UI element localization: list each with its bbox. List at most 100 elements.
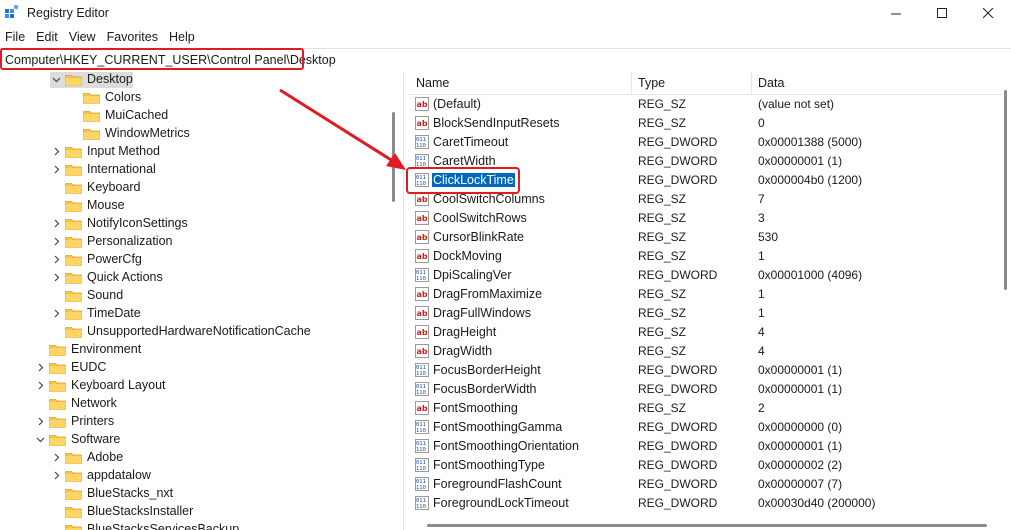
chevron-right-icon[interactable] (50, 250, 62, 268)
tree-node-label: NotifyIconSettings (87, 216, 188, 230)
value-type: REG_SZ (638, 116, 687, 130)
address-highlight-box (0, 48, 304, 70)
tree-node[interactable]: WindowMetrics (68, 124, 190, 142)
column-header-data[interactable]: Data (758, 76, 784, 90)
value-row[interactable]: ab DragHeight REG_SZ 4 (407, 323, 1001, 342)
value-row[interactable]: ab BlockSendInputResets REG_SZ 0 (407, 114, 1001, 133)
column-header-type[interactable]: Type (638, 76, 665, 90)
scrollbar-thumb[interactable] (427, 524, 987, 527)
tree-node[interactable]: PowerCfg (50, 250, 142, 268)
chevron-right-icon[interactable] (50, 448, 62, 466)
chevron-right-icon[interactable] (34, 412, 46, 430)
value-row[interactable]: ab (Default) REG_SZ (value not set) (407, 95, 1001, 114)
value-data: 1 (758, 287, 765, 301)
tree-node[interactable]: Keyboard Layout (34, 376, 166, 394)
value-data: 0x00001388 (5000) (758, 135, 863, 149)
tree-node[interactable]: Adobe (50, 448, 123, 466)
tree-scrollbar-thumb[interactable] (392, 112, 395, 202)
column-separator[interactable] (631, 72, 632, 94)
value-type: REG_DWORD (638, 439, 718, 453)
column-separator[interactable] (751, 72, 752, 94)
vertical-scrollbar[interactable] (1001, 72, 1011, 530)
value-row[interactable]: 011 110 DpiScalingVer REG_DWORD 0x00001000 (… (407, 266, 1001, 285)
value-data: 530 (758, 230, 779, 244)
value-data: 1 (758, 306, 765, 320)
chevron-right-icon[interactable] (34, 376, 46, 394)
tree-node[interactable]: Sound (50, 286, 123, 304)
menu-edit[interactable]: Edit (31, 27, 64, 47)
value-row[interactable]: ab CoolSwitchRows REG_SZ 3 (407, 209, 1001, 228)
value-row[interactable]: ab DragWidth REG_SZ 4 (407, 342, 1001, 361)
tree-node[interactable]: MuiCached (68, 106, 168, 124)
value-data: (value not set) (758, 97, 835, 111)
chevron-right-icon[interactable] (50, 142, 62, 160)
tree-node[interactable]: Printers (34, 412, 114, 430)
tree-node[interactable]: EUDC (34, 358, 106, 376)
chevron-down-icon[interactable] (50, 72, 62, 88)
binary-value-icon: 011 110 (415, 268, 429, 282)
value-type: REG_SZ (638, 249, 687, 263)
chevron-right-icon[interactable] (50, 268, 62, 286)
tree-node[interactable]: Network (34, 394, 117, 412)
tree-node[interactable]: BlueStacks_nxt (50, 484, 173, 502)
value-name: DpiScalingVer (433, 268, 512, 282)
value-name: DragFromMaximize (433, 287, 543, 301)
chevron-right-icon[interactable] (50, 466, 62, 484)
value-row[interactable]: ab DragFromMaximize REG_SZ 1 (407, 285, 1001, 304)
tree-node[interactable]: International (50, 160, 156, 178)
menu-help[interactable]: Help (164, 27, 201, 47)
maximize-button[interactable] (919, 0, 965, 26)
value-row[interactable]: 011 110 FontSmoothingOrientation REG_DWORD 0… (407, 437, 1001, 456)
scrollbar-thumb[interactable] (1004, 90, 1007, 290)
svg-text:110: 110 (416, 428, 426, 434)
tree-node[interactable]: Desktop (50, 72, 133, 88)
value-name: (Default) (433, 97, 481, 111)
tree-node[interactable]: Colors (68, 88, 141, 106)
tree-node[interactable]: Quick Actions (50, 268, 163, 286)
menu-favorites[interactable]: Favorites (102, 27, 164, 47)
tree-node[interactable]: Mouse (50, 196, 125, 214)
values-list[interactable]: Name Type Data ab (Default) REG_SZ (value n… (407, 72, 1011, 530)
value-row[interactable]: 011 110 CaretTimeout REG_DWORD 0x00001388 (5… (407, 133, 1001, 152)
tree-node[interactable]: Software (34, 430, 120, 448)
binary-value-icon: 011 110 (415, 363, 429, 377)
tree-node[interactable]: appdatalow (50, 466, 151, 484)
value-row[interactable]: 011 110 FocusBorderHeight REG_DWORD 0x000000… (407, 361, 1001, 380)
value-row[interactable]: ab DockMoving REG_SZ 1 (407, 247, 1001, 266)
menu-view[interactable]: View (64, 27, 102, 47)
value-row[interactable]: 011 110 ForegroundFlashCount REG_DWORD 0x000… (407, 475, 1001, 494)
value-row[interactable]: ab DragFullWindows REG_SZ 1 (407, 304, 1001, 323)
chevron-right-icon[interactable] (50, 160, 62, 178)
tree-node[interactable]: UnsupportedHardwareNotificationCache (50, 322, 311, 340)
tree-node[interactable]: Environment (34, 340, 141, 358)
tree-node[interactable]: BlueStacksServicesBackup (50, 520, 239, 530)
menu-file[interactable]: File (0, 27, 31, 47)
tree-node[interactable]: Keyboard (50, 178, 141, 196)
minimize-button[interactable] (873, 0, 919, 26)
value-row[interactable]: ab FontSmoothing REG_SZ 2 (407, 399, 1001, 418)
close-button[interactable] (965, 0, 1011, 26)
horizontal-scrollbar[interactable] (407, 520, 1001, 530)
tree-node[interactable]: TimeDate (50, 304, 141, 322)
value-row[interactable]: 011 110 ForegroundLockTimeout REG_DWORD 0x00… (407, 494, 1001, 513)
column-header-name[interactable]: Name (416, 76, 449, 90)
chevron-right-icon[interactable] (50, 214, 62, 232)
svg-text:110: 110 (416, 504, 426, 510)
chevron-right-icon[interactable] (50, 232, 62, 250)
tree-node-label: Network (71, 396, 117, 410)
tree-node[interactable]: BlueStacksInstaller (50, 502, 193, 520)
value-row[interactable]: ab CursorBlinkRate REG_SZ 530 (407, 228, 1001, 247)
tree-node-label: UnsupportedHardwareNotificationCache (87, 324, 311, 338)
chevron-right-icon[interactable] (34, 358, 46, 376)
chevron-right-icon[interactable] (50, 304, 62, 322)
value-row[interactable]: 011 110 FontSmoothingType REG_DWORD 0x000000… (407, 456, 1001, 475)
tree-node[interactable]: Input Method (50, 142, 160, 160)
chevron-down-icon[interactable] (34, 430, 46, 448)
tree-node[interactable]: Personalization (50, 232, 172, 250)
value-row[interactable]: 011 110 FocusBorderWidth REG_DWORD 0x0000000… (407, 380, 1001, 399)
value-row[interactable]: 011 110 FontSmoothingGamma REG_DWORD 0x00000… (407, 418, 1001, 437)
tree-node[interactable]: NotifyIconSettings (50, 214, 188, 232)
key-tree-pane[interactable]: Desktop Colors MuiCached WindowMetrics Input… (0, 72, 403, 530)
